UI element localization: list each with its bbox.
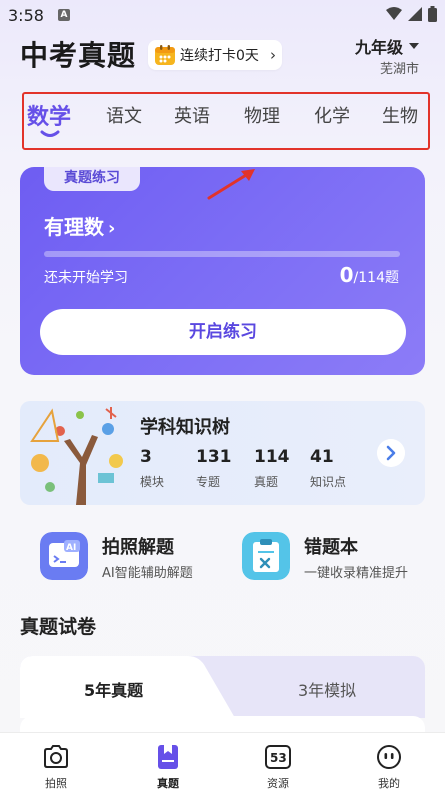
tab-chinese[interactable]: 语文: [106, 102, 142, 128]
checkin-button[interactable]: 连续打卡0天 ›: [148, 40, 282, 70]
calendar-icon: [155, 45, 175, 65]
stat-modules: 3 模块: [140, 447, 164, 490]
mistake-book-icon: [242, 532, 290, 580]
stat-label: 知识点: [310, 475, 347, 489]
practice-badge: 真题练习: [44, 167, 140, 191]
stat-value: 3: [140, 447, 152, 467]
nav-label: 我的: [378, 777, 400, 790]
chevron-right-icon: ›: [270, 46, 276, 64]
wifi-icon: [386, 7, 402, 20]
tab-chemistry[interactable]: 化学: [314, 102, 350, 128]
study-status: 还未开始学习: [44, 270, 128, 286]
resource-53-icon: 53: [265, 745, 291, 769]
stat-value: 131: [196, 447, 232, 467]
checkin-label: 连续打卡0天: [180, 48, 259, 64]
chapter-name: 有理数: [44, 215, 104, 239]
bottom-nav: 拍照 真题 53 资源 我的: [0, 732, 445, 792]
ai-camera-icon: AI: [40, 532, 88, 580]
camera-icon: [44, 745, 68, 768]
stat-questions: 114 真题: [254, 447, 290, 490]
tab-english[interactable]: 英语: [174, 102, 210, 128]
signal-icon: [408, 7, 422, 21]
nav-label: 拍照: [45, 777, 67, 790]
tab-biology[interactable]: 生物: [382, 102, 418, 128]
tool-subtitle: AI智能辅助解题: [102, 566, 193, 581]
nav-label: 真题: [157, 777, 179, 790]
stat-knowledge-points: 41 知识点: [310, 447, 346, 490]
paper-tabs: 5年真题 3年模拟: [20, 656, 425, 718]
nav-photo[interactable]: 拍照: [26, 743, 86, 791]
notification-app-icon: A: [58, 9, 70, 21]
battery-icon: [428, 6, 437, 22]
mistake-book-tool[interactable]: 错题本 一键收录精准提升: [242, 530, 427, 584]
questions-done: 0: [339, 263, 354, 287]
question-count: 0 /114题: [340, 263, 399, 287]
stat-label: 模块: [140, 475, 165, 489]
nav-exams[interactable]: 真题: [138, 743, 198, 791]
chevron-right-icon[interactable]: [377, 439, 405, 467]
grade-selector[interactable]: 九年级: [355, 34, 419, 58]
tool-title: 拍照解题: [102, 537, 174, 558]
start-practice-button[interactable]: 开启练习: [40, 309, 406, 355]
section-title: 真题试卷: [20, 616, 97, 638]
stat-value: 114: [254, 447, 290, 467]
active-tab-indicator: [40, 130, 60, 137]
city-label[interactable]: 芜湖市: [380, 58, 419, 77]
annotation-arrow: [207, 169, 255, 200]
grade-label: 九年级: [354, 38, 403, 57]
status-time: 3:58: [8, 6, 44, 25]
tab-math[interactable]: 数学: [27, 99, 71, 131]
tool-subtitle: 一键收录精准提升: [304, 566, 409, 581]
tab-3-year-mock[interactable]: 3年模拟: [298, 677, 356, 701]
progress-bar: [44, 251, 400, 257]
page-title: 中考真题: [20, 39, 137, 72]
svg-text:AI: AI: [66, 543, 76, 553]
profile-face-icon: [377, 745, 401, 769]
nav-profile[interactable]: 我的: [359, 743, 419, 791]
status-bar: 3:58 A: [0, 0, 445, 30]
subject-tabs: 数学 语文 英语 物理 化学 生物: [22, 92, 430, 150]
tool-title: 错题本: [304, 537, 358, 558]
caret-down-icon: [409, 43, 419, 49]
stat-topics: 131 专题: [196, 447, 232, 490]
svg-text:53: 53: [270, 751, 287, 765]
knowledge-tree-title: 学科知识树: [140, 417, 230, 438]
stat-label: 真题: [254, 475, 279, 489]
knowledge-tree-illustration: [30, 407, 123, 505]
questions-total: /114题: [353, 270, 399, 286]
nav-label: 资源: [267, 777, 289, 790]
chapter-title[interactable]: 有理数 ›: [44, 211, 115, 240]
nav-resources[interactable]: 53 资源: [248, 743, 308, 791]
chevron-right-icon: ›: [108, 218, 116, 239]
stat-value: 41: [310, 447, 334, 467]
book-icon: [158, 745, 178, 769]
tab-physics[interactable]: 物理: [244, 102, 280, 128]
tab-5-year-exams[interactable]: 5年真题: [84, 677, 143, 701]
stat-label: 专题: [196, 475, 221, 489]
status-indicators: [386, 6, 437, 22]
knowledge-tree-card[interactable]: 学科知识树 3 模块 131 专题 114 真题 41 知识点: [20, 401, 425, 505]
photo-solve-tool[interactable]: AI 拍照解题 AI智能辅助解题: [40, 530, 220, 584]
